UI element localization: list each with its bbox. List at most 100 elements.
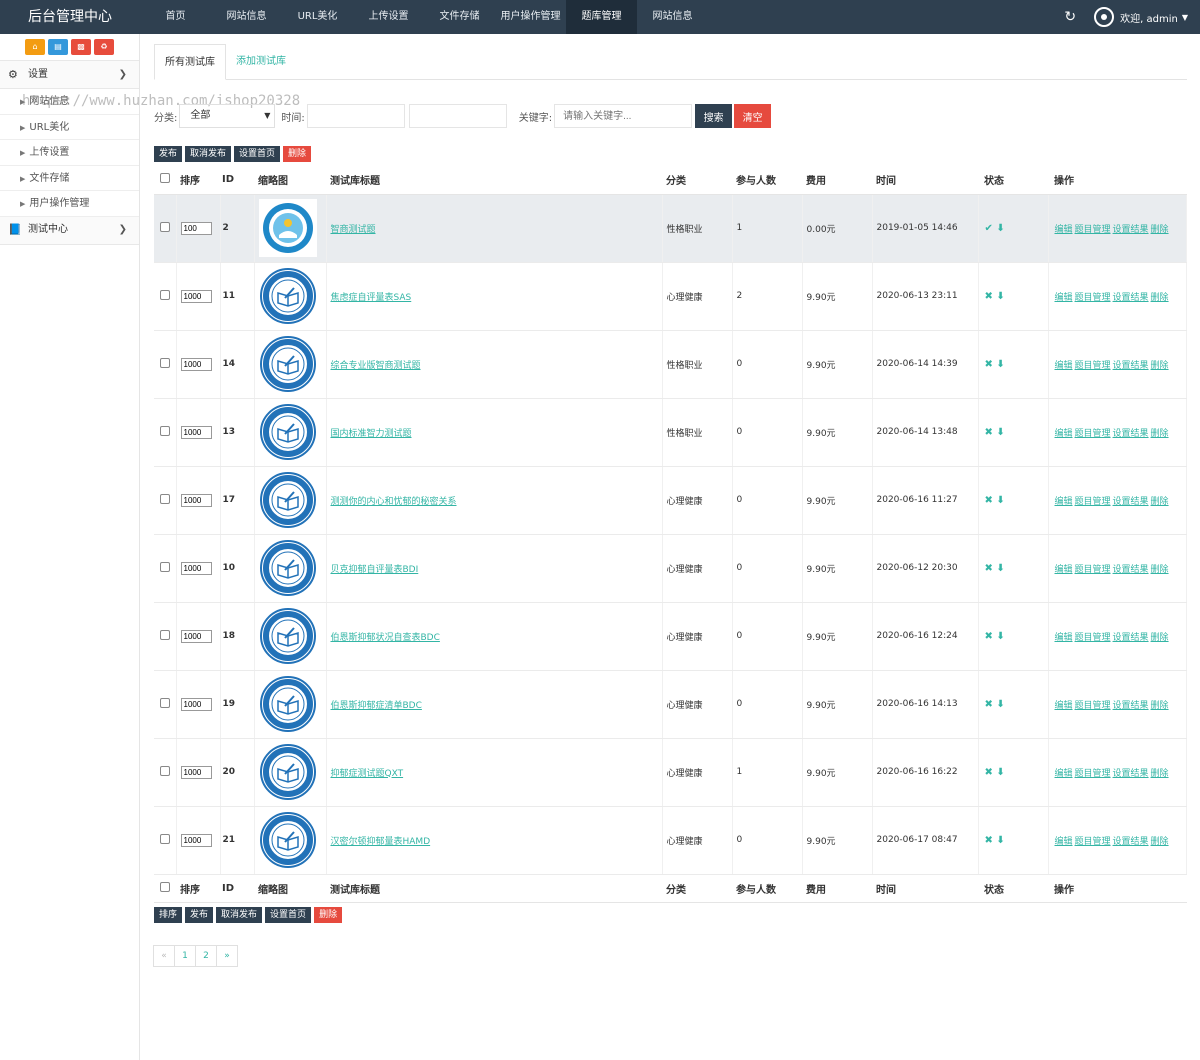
row-op-link[interactable]: 题目管理 xyxy=(1075,225,1111,235)
arrow-down-icon[interactable]: ⬇ xyxy=(993,223,1004,234)
row-checkbox[interactable] xyxy=(160,221,170,232)
start-date-input[interactable] xyxy=(306,104,405,128)
order-input[interactable] xyxy=(180,493,212,507)
order-input[interactable] xyxy=(180,357,212,371)
row-op-link[interactable]: 删除 xyxy=(1151,497,1169,507)
title-link[interactable]: 焦虑症自评量表SAS xyxy=(331,293,412,303)
row-op-link[interactable]: 删除 xyxy=(1151,633,1169,643)
clear-button[interactable]: 清空 xyxy=(734,104,772,128)
page-link[interactable]: » xyxy=(216,944,238,967)
order-input[interactable] xyxy=(180,289,212,303)
table-row[interactable]: 14 综合专业版智商测试题 性格职业09.90元2020-06-14 14:39✖ … xyxy=(154,330,1187,399)
cross-icon[interactable]: ✖ xyxy=(985,767,993,778)
arrow-down-icon[interactable]: ⬇ xyxy=(993,835,1004,846)
row-op-link[interactable]: 题目管理 xyxy=(1075,565,1111,575)
row-op-link[interactable]: 删除 xyxy=(1151,565,1169,575)
row-op-link[interactable]: 编辑 xyxy=(1055,837,1073,847)
table-row[interactable]: 11 焦虑症自评量表SAS 心理健康29.90元2020-06-13 23:11✖ … xyxy=(154,262,1187,331)
arrow-down-icon[interactable]: ⬇ xyxy=(993,495,1004,506)
arrow-down-icon[interactable]: ⬇ xyxy=(993,427,1004,438)
table-row[interactable]: 18 伯恩斯抑郁状况自查表BDC 心理健康09.90元2020-06-16 12:2… xyxy=(154,602,1187,671)
cross-icon[interactable]: ✖ xyxy=(985,359,993,370)
table-row[interactable]: 10贝克抑郁自评量表BDI心理健康09.90元2020-06-12 20:30✖… xyxy=(154,534,1187,603)
tab[interactable]: 添加测试库 xyxy=(226,44,296,80)
cross-icon[interactable]: ✖ xyxy=(985,699,993,710)
row-op-link[interactable]: 删除 xyxy=(1151,225,1169,235)
select-all-checkbox[interactable] xyxy=(160,881,170,892)
row-checkbox[interactable] xyxy=(160,629,170,640)
row-op-link[interactable]: 题目管理 xyxy=(1075,769,1111,779)
row-op-link[interactable]: 编辑 xyxy=(1055,701,1073,711)
bulk-action-button[interactable]: 发布 xyxy=(185,906,214,923)
row-checkbox[interactable] xyxy=(160,493,170,504)
top-nav-item[interactable]: 首页 xyxy=(140,0,211,34)
row-op-link[interactable]: 设置结果 xyxy=(1113,565,1149,575)
recycle-icon[interactable]: ♻ xyxy=(94,39,114,55)
top-nav-item[interactable]: 上传设置 xyxy=(353,0,424,34)
cross-icon[interactable]: ✖ xyxy=(985,835,993,846)
table-row[interactable]: 2智商测试题性格职业10.00元2019-01-05 14:46✔ ⬇编辑题目管… xyxy=(154,194,1187,263)
top-nav-item[interactable]: 网站信息 xyxy=(211,0,282,34)
table-row[interactable]: 13国内标准智力测试题性格职业09.90元2020-06-14 13:48✖ ⬇… xyxy=(154,398,1187,467)
row-op-link[interactable]: 设置结果 xyxy=(1113,701,1149,711)
order-input[interactable] xyxy=(180,697,212,711)
row-op-link[interactable]: 题目管理 xyxy=(1075,701,1111,711)
cross-icon[interactable]: ✖ xyxy=(985,427,993,438)
arrow-down-icon[interactable]: ⬇ xyxy=(993,631,1004,642)
row-op-link[interactable]: 设置结果 xyxy=(1113,497,1149,507)
user-avatar-icon[interactable] xyxy=(1094,7,1115,27)
row-checkbox[interactable] xyxy=(160,765,170,776)
table-row[interactable]: 19伯恩斯抑郁症清单BDC心理健康09.90元2020-06-16 14:13✖… xyxy=(154,670,1187,739)
row-op-link[interactable]: 编辑 xyxy=(1055,225,1073,235)
row-op-link[interactable]: 编辑 xyxy=(1055,293,1073,303)
row-checkbox[interactable] xyxy=(160,357,170,368)
row-op-link[interactable]: 编辑 xyxy=(1055,633,1073,643)
row-op-link[interactable]: 删除 xyxy=(1151,701,1169,711)
order-input[interactable] xyxy=(180,221,212,235)
top-nav-item[interactable]: 题库管理 xyxy=(566,0,637,34)
row-op-link[interactable]: 设置结果 xyxy=(1113,361,1149,371)
row-op-link[interactable]: 编辑 xyxy=(1055,769,1073,779)
sidebar-item[interactable]: ▶ 上传设置 xyxy=(0,140,139,166)
sidebar-section-test-center[interactable]: 📘 测试中心 ❯ xyxy=(0,216,139,245)
row-op-link[interactable]: 编辑 xyxy=(1055,361,1073,371)
title-link[interactable]: 测测你的内心和忧郁的秘密关系 xyxy=(331,497,457,507)
sidebar-item[interactable]: ▶ URL美化 xyxy=(0,115,139,140)
arrow-down-icon[interactable]: ⬇ xyxy=(993,291,1004,302)
title-link[interactable]: 伯恩斯抑郁状况自查表BDC xyxy=(331,633,440,643)
bulk-action-button[interactable]: 设置首页 xyxy=(234,146,281,162)
keyword-input[interactable] xyxy=(554,104,693,128)
bulk-action-button[interactable]: 设置首页 xyxy=(265,906,312,923)
row-op-link[interactable]: 题目管理 xyxy=(1075,429,1111,439)
row-checkbox[interactable] xyxy=(160,425,170,436)
row-op-link[interactable]: 设置结果 xyxy=(1113,293,1149,303)
order-input[interactable] xyxy=(180,833,212,847)
row-op-link[interactable]: 设置结果 xyxy=(1113,225,1149,235)
arrow-down-icon[interactable]: ⬇ xyxy=(993,359,1004,370)
row-op-link[interactable]: 题目管理 xyxy=(1075,497,1111,507)
sidebar-section-settings[interactable]: ⚙ 设置 ❯ xyxy=(0,61,139,89)
bulk-action-button[interactable]: 删除 xyxy=(314,906,343,923)
end-date-input[interactable] xyxy=(408,104,507,128)
cross-icon[interactable]: ✖ xyxy=(985,631,993,642)
title-link[interactable]: 汉密尔顿抑郁量表HAMD xyxy=(331,837,431,847)
row-checkbox[interactable] xyxy=(160,697,170,708)
title-link[interactable]: 综合专业版智商测试题 xyxy=(331,361,421,371)
page-link[interactable]: « xyxy=(153,944,175,967)
document-icon[interactable]: ▤ xyxy=(48,39,68,55)
bulk-action-button[interactable]: 删除 xyxy=(283,146,312,162)
arrow-down-icon[interactable]: ⬇ xyxy=(993,699,1004,710)
order-input[interactable] xyxy=(180,629,212,643)
order-input[interactable] xyxy=(180,425,212,439)
arrow-down-icon[interactable]: ⬇ xyxy=(993,767,1004,778)
bulk-action-button[interactable]: 发布 xyxy=(154,146,183,162)
row-op-link[interactable]: 编辑 xyxy=(1055,497,1073,507)
row-op-link[interactable]: 题目管理 xyxy=(1075,633,1111,643)
row-op-link[interactable]: 题目管理 xyxy=(1075,293,1111,303)
category-select[interactable]: 全部 ▼ xyxy=(179,104,276,128)
row-op-link[interactable]: 设置结果 xyxy=(1113,837,1149,847)
page-link[interactable]: 1 xyxy=(174,944,196,967)
title-link[interactable]: 伯恩斯抑郁症清单BDC xyxy=(331,701,422,711)
sidebar-item[interactable]: ▶ 网站信息 xyxy=(0,89,139,115)
title-link[interactable]: 智商测试题 xyxy=(331,225,376,235)
